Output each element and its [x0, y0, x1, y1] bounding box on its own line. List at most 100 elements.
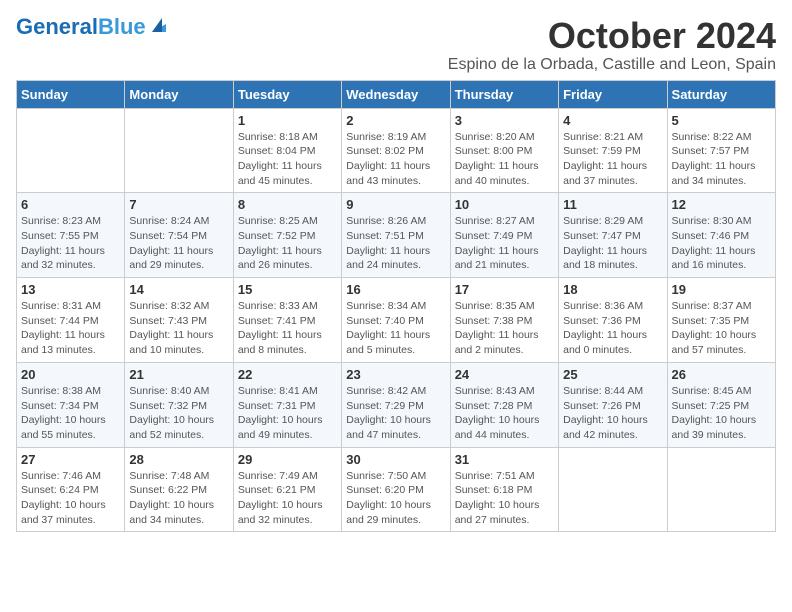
day-number: 15 — [238, 282, 337, 297]
day-number: 27 — [21, 452, 120, 467]
day-number: 13 — [21, 282, 120, 297]
calendar-cell: 4 Sunrise: 8:21 AM Sunset: 7:59 PM Daylig… — [559, 108, 667, 193]
calendar-cell: 14 Sunrise: 8:32 AM Sunset: 7:43 PM Dayli… — [125, 278, 233, 363]
day-info: Sunrise: 8:32 AM Sunset: 7:43 PM Dayligh… — [129, 299, 228, 358]
day-number: 3 — [455, 113, 554, 128]
calendar-cell: 10 Sunrise: 8:27 AM Sunset: 7:49 PM Dayli… — [450, 193, 558, 278]
logo-text: GeneralBlue — [16, 16, 146, 38]
day-number: 11 — [563, 197, 662, 212]
calendar-cell: 7Sunrise: 8:24 AM Sunset: 7:54 PM Daylig… — [125, 193, 233, 278]
calendar-cell: 30 Sunrise: 7:50 AM Sunset: 6:20 PM Dayli… — [342, 447, 450, 532]
day-number: 19 — [672, 282, 771, 297]
weekday-header-saturday: Saturday — [667, 80, 775, 108]
day-number: 9 — [346, 197, 445, 212]
day-number: 24 — [455, 367, 554, 382]
day-info: Sunrise: 8:44 AM Sunset: 7:26 PM Dayligh… — [563, 384, 662, 443]
day-number: 4 — [563, 113, 662, 128]
day-number: 20 — [21, 367, 120, 382]
day-info: Sunrise: 8:33 AM Sunset: 7:41 PM Dayligh… — [238, 299, 337, 358]
day-info: Sunrise: 8:22 AM Sunset: 7:57 PM Dayligh… — [672, 130, 771, 189]
calendar-cell: 21 Sunrise: 8:40 AM Sunset: 7:32 PM Dayli… — [125, 362, 233, 447]
weekday-header-sunday: Sunday — [17, 80, 125, 108]
day-number: 30 — [346, 452, 445, 467]
day-info: Sunrise: 7:46 AM Sunset: 6:24 PM Dayligh… — [21, 469, 120, 528]
day-info: Sunrise: 8:23 AM Sunset: 7:55 PM Dayligh… — [21, 214, 120, 273]
calendar-cell: 16 Sunrise: 8:34 AM Sunset: 7:40 PM Dayli… — [342, 278, 450, 363]
calendar-cell: 15 Sunrise: 8:33 AM Sunset: 7:41 PM Dayli… — [233, 278, 341, 363]
logo-blue: Blue — [98, 14, 146, 39]
day-info: Sunrise: 8:19 AM Sunset: 8:02 PM Dayligh… — [346, 130, 445, 189]
day-info: Sunrise: 8:26 AM Sunset: 7:51 PM Dayligh… — [346, 214, 445, 273]
calendar-cell: 6Sunrise: 8:23 AM Sunset: 7:55 PM Daylig… — [17, 193, 125, 278]
day-info: Sunrise: 8:27 AM Sunset: 7:49 PM Dayligh… — [455, 214, 554, 273]
day-number: 14 — [129, 282, 228, 297]
day-info: Sunrise: 8:34 AM Sunset: 7:40 PM Dayligh… — [346, 299, 445, 358]
day-info: Sunrise: 8:29 AM Sunset: 7:47 PM Dayligh… — [563, 214, 662, 273]
calendar-cell: 19 Sunrise: 8:37 AM Sunset: 7:35 PM Dayli… — [667, 278, 775, 363]
calendar-cell — [559, 447, 667, 532]
day-info: Sunrise: 7:48 AM Sunset: 6:22 PM Dayligh… — [129, 469, 228, 528]
calendar-cell: 31 Sunrise: 7:51 AM Sunset: 6:18 PM Dayli… — [450, 447, 558, 532]
day-info: Sunrise: 7:50 AM Sunset: 6:20 PM Dayligh… — [346, 469, 445, 528]
calendar-cell: 18Sunrise: 8:36 AM Sunset: 7:36 PM Dayli… — [559, 278, 667, 363]
day-info: Sunrise: 8:41 AM Sunset: 7:31 PM Dayligh… — [238, 384, 337, 443]
weekday-header-wednesday: Wednesday — [342, 80, 450, 108]
day-number: 7 — [129, 197, 228, 212]
day-number: 8 — [238, 197, 337, 212]
calendar-cell: 24 Sunrise: 8:43 AM Sunset: 7:28 PM Dayli… — [450, 362, 558, 447]
day-info: Sunrise: 8:21 AM Sunset: 7:59 PM Dayligh… — [563, 130, 662, 189]
page-header: GeneralBlue October 2024 Espino de la Or… — [16, 16, 776, 74]
calendar-cell: 2 Sunrise: 8:19 AM Sunset: 8:02 PM Daylig… — [342, 108, 450, 193]
location-title: Espino de la Orbada, Castille and Leon, … — [448, 56, 776, 74]
day-number: 23 — [346, 367, 445, 382]
day-number: 25 — [563, 367, 662, 382]
day-number: 12 — [672, 197, 771, 212]
day-info: Sunrise: 8:36 AM Sunset: 7:36 PM Dayligh… — [563, 299, 662, 358]
calendar-cell: 5Sunrise: 8:22 AM Sunset: 7:57 PM Daylig… — [667, 108, 775, 193]
calendar-cell: 28 Sunrise: 7:48 AM Sunset: 6:22 PM Dayli… — [125, 447, 233, 532]
day-number: 21 — [129, 367, 228, 382]
day-number: 26 — [672, 367, 771, 382]
day-info: Sunrise: 8:43 AM Sunset: 7:28 PM Dayligh… — [455, 384, 554, 443]
day-info: Sunrise: 8:25 AM Sunset: 7:52 PM Dayligh… — [238, 214, 337, 273]
day-number: 2 — [346, 113, 445, 128]
day-info: Sunrise: 8:18 AM Sunset: 8:04 PM Dayligh… — [238, 130, 337, 189]
day-number: 31 — [455, 452, 554, 467]
calendar-cell: 17Sunrise: 8:35 AM Sunset: 7:38 PM Dayli… — [450, 278, 558, 363]
calendar-cell: 20Sunrise: 8:38 AM Sunset: 7:34 PM Dayli… — [17, 362, 125, 447]
weekday-header-thursday: Thursday — [450, 80, 558, 108]
day-info: Sunrise: 8:30 AM Sunset: 7:46 PM Dayligh… — [672, 214, 771, 273]
logo: GeneralBlue — [16, 16, 170, 38]
day-number: 1 — [238, 113, 337, 128]
calendar-cell: 26Sunrise: 8:45 AM Sunset: 7:25 PM Dayli… — [667, 362, 775, 447]
day-info: Sunrise: 7:51 AM Sunset: 6:18 PM Dayligh… — [455, 469, 554, 528]
calendar-cell: 13 Sunrise: 8:31 AM Sunset: 7:44 PM Dayli… — [17, 278, 125, 363]
day-info: Sunrise: 8:42 AM Sunset: 7:29 PM Dayligh… — [346, 384, 445, 443]
day-number: 10 — [455, 197, 554, 212]
calendar-table: SundayMondayTuesdayWednesdayThursdayFrid… — [16, 80, 776, 533]
calendar-cell: 3 Sunrise: 8:20 AM Sunset: 8:00 PM Daylig… — [450, 108, 558, 193]
day-number: 28 — [129, 452, 228, 467]
calendar-cell: 11 Sunrise: 8:29 AM Sunset: 7:47 PM Dayli… — [559, 193, 667, 278]
day-number: 29 — [238, 452, 337, 467]
logo-icon — [148, 14, 170, 36]
day-info: Sunrise: 8:20 AM Sunset: 8:00 PM Dayligh… — [455, 130, 554, 189]
calendar-cell: 25 Sunrise: 8:44 AM Sunset: 7:26 PM Dayli… — [559, 362, 667, 447]
day-number: 16 — [346, 282, 445, 297]
calendar-cell: 8 Sunrise: 8:25 AM Sunset: 7:52 PM Daylig… — [233, 193, 341, 278]
day-info: Sunrise: 8:37 AM Sunset: 7:35 PM Dayligh… — [672, 299, 771, 358]
calendar-cell: 1 Sunrise: 8:18 AM Sunset: 8:04 PM Daylig… — [233, 108, 341, 193]
calendar-cell: 23 Sunrise: 8:42 AM Sunset: 7:29 PM Dayli… — [342, 362, 450, 447]
calendar-cell: 9 Sunrise: 8:26 AM Sunset: 7:51 PM Daylig… — [342, 193, 450, 278]
logo-general: General — [16, 14, 98, 39]
weekday-header-friday: Friday — [559, 80, 667, 108]
calendar-cell: 27 Sunrise: 7:46 AM Sunset: 6:24 PM Dayli… — [17, 447, 125, 532]
day-info: Sunrise: 8:31 AM Sunset: 7:44 PM Dayligh… — [21, 299, 120, 358]
day-info: Sunrise: 8:40 AM Sunset: 7:32 PM Dayligh… — [129, 384, 228, 443]
calendar-cell: 12 Sunrise: 8:30 AM Sunset: 7:46 PM Dayli… — [667, 193, 775, 278]
day-number: 22 — [238, 367, 337, 382]
calendar-cell — [125, 108, 233, 193]
weekday-header-monday: Monday — [125, 80, 233, 108]
calendar-cell: 22 Sunrise: 8:41 AM Sunset: 7:31 PM Dayli… — [233, 362, 341, 447]
day-info: Sunrise: 8:35 AM Sunset: 7:38 PM Dayligh… — [455, 299, 554, 358]
